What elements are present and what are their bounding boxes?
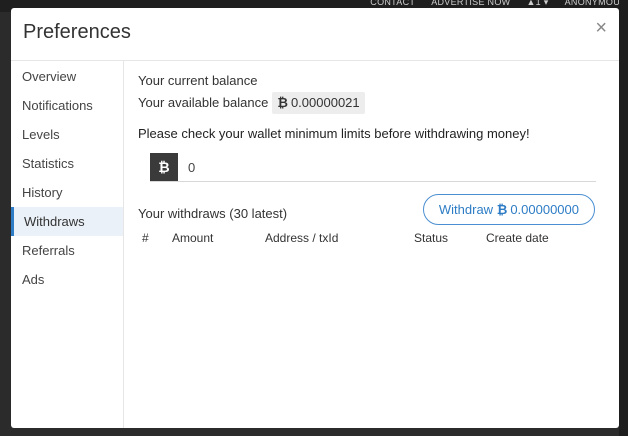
modal-header: Preferences × <box>11 8 619 61</box>
withdraws-table-header: # Amount Address / txId Status Create da… <box>138 231 605 245</box>
bg-nav-contact[interactable]: CONTACT <box>370 0 415 8</box>
background-right-edge <box>619 0 628 436</box>
withdraws-list-label: Your withdraws (30 latest) <box>138 206 288 221</box>
bitcoin-icon: ₿ <box>496 202 508 217</box>
bg-nav-advertise[interactable]: ADVERTISE NOW <box>431 0 510 8</box>
bitcoin-icon: ₿ <box>277 95 288 110</box>
balance-title: Your current balance <box>138 73 258 88</box>
sidebar-item-statistics[interactable]: Statistics <box>11 149 123 178</box>
available-balance-chip: ₿ 0.00000021 <box>272 92 365 114</box>
column-header-index: # <box>142 231 149 245</box>
bg-nav-notifications[interactable]: ▲1 ▾ <box>526 0 548 8</box>
withdraw-amount-field: ₿ <box>150 153 596 182</box>
sidebar-item-overview[interactable]: Overview <box>11 62 123 91</box>
withdraw-amount-input[interactable] <box>186 158 570 176</box>
column-header-create-date: Create date <box>486 231 549 245</box>
background-nav: CONTACT ADVERTISE NOW ▲1 ▾ ANONYMOU <box>370 0 620 8</box>
column-header-address: Address / txId <box>265 231 339 245</box>
sidebar-item-withdraws[interactable]: Withdraws <box>11 207 123 236</box>
withdraw-button-amount: 0.00000000 <box>510 202 579 217</box>
available-balance-value: 0.00000021 <box>290 95 360 110</box>
sidebar-item-ads[interactable]: Ads <box>11 265 123 294</box>
available-balance-label: Your available balance <box>138 95 269 110</box>
bg-nav-user[interactable]: ANONYMOU <box>565 0 620 8</box>
withdraws-panel: Your current balance Your available bala… <box>124 60 619 428</box>
sidebar: Overview Notifications Levels Statistics… <box>11 60 124 428</box>
sidebar-item-notifications[interactable]: Notifications <box>11 91 123 120</box>
withdraw-button[interactable]: Withdraw ₿ 0.00000000 <box>422 194 595 225</box>
preferences-modal: Preferences × Overview Notifications Lev… <box>11 8 619 428</box>
available-balance-line: Your available balance ₿ 0.00000021 <box>138 92 605 114</box>
withdraw-button-label: Withdraw <box>438 202 494 217</box>
column-header-amount: Amount <box>172 231 214 245</box>
sidebar-item-referrals[interactable]: Referrals <box>11 236 123 265</box>
sidebar-item-history[interactable]: History <box>11 178 123 207</box>
close-icon[interactable]: × <box>595 18 607 38</box>
modal-title: Preferences <box>23 21 131 43</box>
wallet-limits-notice: Please check your wallet minimum limits … <box>138 126 530 141</box>
sidebar-item-levels[interactable]: Levels <box>11 120 123 149</box>
withdraws-header: Your withdraws (30 latest) Withdraw ₿ 0.0… <box>138 194 605 225</box>
modal-body: Overview Notifications Levels Statistics… <box>11 60 619 428</box>
bitcoin-icon: ₿ <box>150 153 178 181</box>
column-header-status: Status <box>414 231 449 245</box>
